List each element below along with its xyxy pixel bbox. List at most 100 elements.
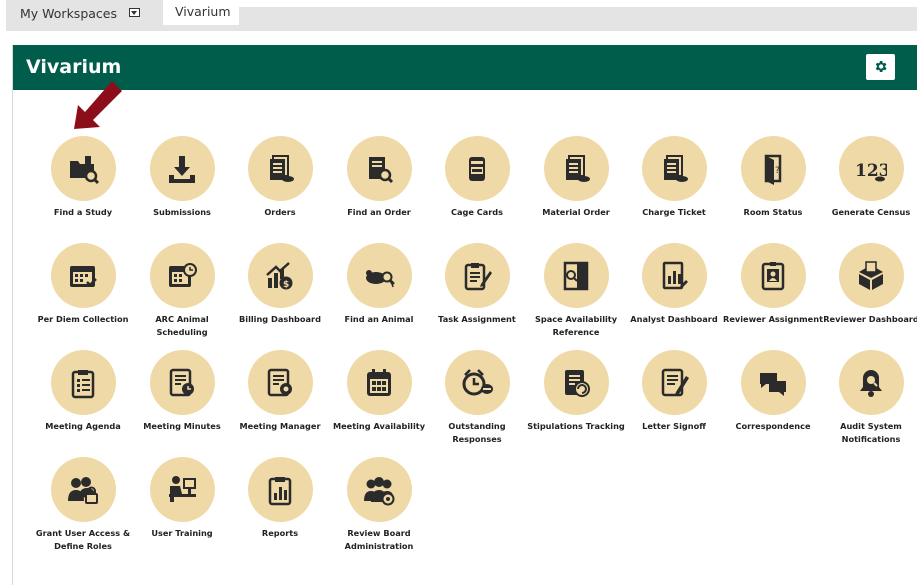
tile-icon-circle[interactable]: [838, 243, 904, 308]
tile-label[interactable]: Outstanding Responses: [427, 420, 527, 446]
tile-label[interactable]: Meeting Manager: [230, 420, 330, 433]
tile-grant-user-access-define-roles[interactable]: Grant User Access & Define Roles: [33, 457, 133, 553]
tile-icon-circle[interactable]: [50, 350, 116, 415]
tile-icon-circle[interactable]: [247, 136, 313, 201]
tile-task-assignment[interactable]: Task Assignment: [427, 243, 527, 326]
tile-user-training[interactable]: User Training: [132, 457, 232, 540]
tile-stipulations-tracking[interactable]: Stipulations Tracking: [526, 350, 626, 433]
tile-label[interactable]: Task Assignment: [427, 313, 527, 326]
tile-label[interactable]: ARC Animal Scheduling: [132, 313, 232, 339]
svg-text:?: ?: [775, 166, 780, 176]
tile-icon-circle[interactable]: [543, 350, 609, 415]
tile-generate-census[interactable]: 123 Generate Census: [821, 136, 917, 219]
tile-label[interactable]: Generate Census: [821, 206, 917, 219]
tile-icon-circle[interactable]: [346, 350, 412, 415]
tile-icon-circle[interactable]: [346, 457, 412, 522]
tile-icon-circle[interactable]: [641, 136, 707, 201]
tile-label[interactable]: Orders: [230, 206, 330, 219]
tile-icon-circle[interactable]: $: [247, 243, 313, 308]
tile-icon-circle[interactable]: ?: [740, 136, 806, 201]
tile-material-order[interactable]: Material Order: [526, 136, 626, 219]
tile-label[interactable]: Space Availability Reference: [526, 313, 626, 339]
tile-label[interactable]: Reports: [230, 527, 330, 540]
tile-label[interactable]: Audit System Notifications: [821, 420, 917, 446]
tile-icon-circle[interactable]: [247, 350, 313, 415]
tile-icon-circle[interactable]: [346, 243, 412, 308]
tile-label[interactable]: User Training: [132, 527, 232, 540]
tile-find-an-order[interactable]: Find an Order: [329, 136, 429, 219]
tile-cage-cards[interactable]: Cage Cards: [427, 136, 527, 219]
tile-icon-circle[interactable]: [543, 243, 609, 308]
tile-icon-circle[interactable]: [444, 243, 510, 308]
tile-icon-circle[interactable]: [641, 243, 707, 308]
tile-label[interactable]: Review Board Administration: [329, 527, 429, 553]
tile-room-status[interactable]: ? Room Status: [723, 136, 823, 219]
tile-icon-circle[interactable]: [149, 350, 215, 415]
tile-per-diem-collection[interactable]: Per Diem Collection: [33, 243, 133, 326]
tile-find-an-animal[interactable]: Find an Animal: [329, 243, 429, 326]
vivarium-tab[interactable]: Vivarium: [163, 0, 239, 25]
door-search-icon: [563, 261, 589, 290]
tile-label[interactable]: Reviewer Assignment: [723, 313, 823, 326]
tile-review-board-administration[interactable]: Review Board Administration: [329, 457, 429, 553]
tile-label[interactable]: Meeting Agenda: [33, 420, 133, 433]
tile-meeting-manager[interactable]: Meeting Manager: [230, 350, 330, 433]
tile-outstanding-responses[interactable]: Outstanding Responses: [427, 350, 527, 446]
tile-meeting-availability[interactable]: Meeting Availability: [329, 350, 429, 433]
tile-label[interactable]: Room Status: [723, 206, 823, 219]
tile-icon-circle[interactable]: [740, 243, 806, 308]
tile-icon-circle[interactable]: [149, 243, 215, 308]
tile-label[interactable]: Billing Dashboard: [230, 313, 330, 326]
workspaces-dropdown-icon[interactable]: [129, 8, 140, 17]
tile-label[interactable]: Letter Signoff: [624, 420, 724, 433]
tile-reviewer-dashboard[interactable]: Reviewer Dashboard: [821, 243, 917, 326]
tile-label[interactable]: Charge Ticket: [624, 206, 724, 219]
tile-meeting-agenda[interactable]: Meeting Agenda: [33, 350, 133, 433]
tile-orders[interactable]: Orders: [230, 136, 330, 219]
tile-audit-system-notifications[interactable]: Audit System Notifications: [821, 350, 917, 446]
tile-icon-circle[interactable]: [641, 350, 707, 415]
tile-icon-circle[interactable]: [543, 136, 609, 201]
tile-icon-circle[interactable]: [838, 350, 904, 415]
tile-label[interactable]: Reviewer Dashboard: [821, 313, 917, 326]
tile-meeting-minutes[interactable]: Meeting Minutes: [132, 350, 232, 433]
tile-correspondence[interactable]: Correspondence: [723, 350, 823, 433]
tile-icon-circle[interactable]: [149, 457, 215, 522]
tile-label[interactable]: Stipulations Tracking: [526, 420, 626, 433]
tile-reports[interactable]: Reports: [230, 457, 330, 540]
tile-label[interactable]: Meeting Availability: [329, 420, 429, 433]
tile-icon-circle[interactable]: 123: [838, 136, 904, 201]
tile-icon-circle[interactable]: [149, 136, 215, 201]
tile-billing-dashboard[interactable]: $ Billing Dashboard: [230, 243, 330, 326]
tile-label[interactable]: Analyst Dashboard: [624, 313, 724, 326]
tile-label[interactable]: Correspondence: [723, 420, 823, 433]
tile-icon-circle[interactable]: [444, 136, 510, 201]
tile-space-availability-reference[interactable]: Space Availability Reference: [526, 243, 626, 339]
settings-button[interactable]: [866, 54, 895, 80]
panel-title: Vivarium: [26, 56, 122, 78]
tile-find-a-study[interactable]: Find a Study: [33, 136, 133, 219]
tile-label[interactable]: Cage Cards: [427, 206, 527, 219]
tile-label[interactable]: Find an Order: [329, 206, 429, 219]
tile-charge-ticket[interactable]: Charge Ticket: [624, 136, 724, 219]
tile-submissions[interactable]: Submissions: [132, 136, 232, 219]
tile-label[interactable]: Find an Animal: [329, 313, 429, 326]
tile-icon-circle[interactable]: [740, 350, 806, 415]
tile-label[interactable]: Meeting Minutes: [132, 420, 232, 433]
tile-label[interactable]: Per Diem Collection: [33, 313, 133, 326]
tile-icon-circle[interactable]: [50, 136, 116, 201]
tile-icon-circle[interactable]: [247, 457, 313, 522]
tile-label[interactable]: Find a Study: [33, 206, 133, 219]
tile-arc-animal-scheduling[interactable]: ARC Animal Scheduling: [132, 243, 232, 339]
tile-reviewer-assignment[interactable]: Reviewer Assignment: [723, 243, 823, 326]
tile-label[interactable]: Submissions: [132, 206, 232, 219]
my-workspaces-tab[interactable]: My Workspaces: [6, 0, 163, 24]
tile-letter-signoff[interactable]: Letter Signoff: [624, 350, 724, 433]
tile-analyst-dashboard[interactable]: Analyst Dashboard: [624, 243, 724, 326]
tile-icon-circle[interactable]: [50, 457, 116, 522]
tile-label[interactable]: Material Order: [526, 206, 626, 219]
tile-icon-circle[interactable]: [444, 350, 510, 415]
tile-label[interactable]: Grant User Access & Define Roles: [33, 527, 133, 553]
tile-icon-circle[interactable]: [50, 243, 116, 308]
tile-icon-circle[interactable]: [346, 136, 412, 201]
